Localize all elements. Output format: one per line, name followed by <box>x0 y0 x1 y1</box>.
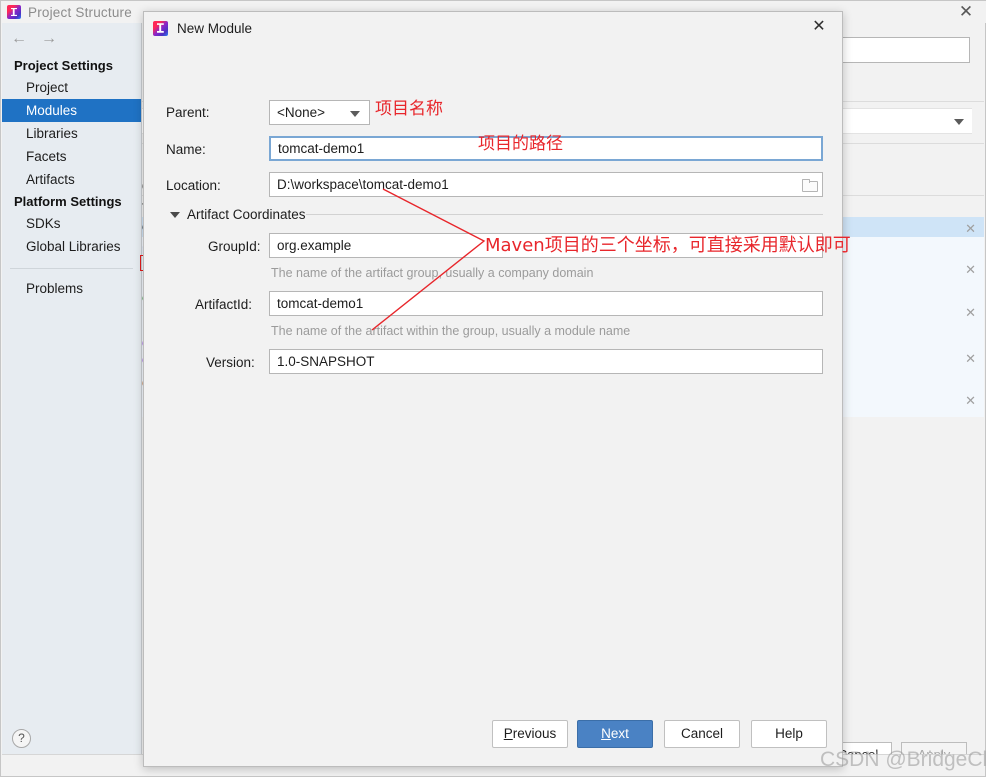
forward-arrow-icon[interactable]: → <box>41 31 57 47</box>
cancel-button[interactable]: Cancel <box>664 720 740 748</box>
project-structure-title: Project Structure <box>28 4 132 20</box>
project-structure-sidebar: ← → Project Settings Project Modules Lib… <box>2 23 142 756</box>
sidebar-item-artifacts[interactable]: Artifacts <box>2 168 141 191</box>
version-input-value: 1.0-SNAPSHOT <box>277 354 375 369</box>
sidebar-item-modules[interactable]: Modules <box>2 99 141 122</box>
dialog-title: New Module <box>177 20 253 36</box>
groupid-label: GroupId: <box>208 239 261 254</box>
section-divider <box>306 214 823 215</box>
next-button-label: ext <box>610 726 629 741</box>
remove-test-source-folder-icon[interactable]: ✕ <box>965 306 976 319</box>
groupid-hint: The name of the artifact group, usually … <box>271 266 594 280</box>
help-button[interactable]: ? <box>12 729 31 748</box>
sidebar-item-project[interactable]: Project <box>2 76 141 99</box>
next-button[interactable]: Next <box>577 720 653 748</box>
previous-button-mnemonic: P <box>503 726 513 741</box>
remove-resource-folder-icon[interactable]: ✕ <box>965 352 976 365</box>
sidebar-divider <box>10 268 133 269</box>
watermark-text: CSDN @BridgeCloud <box>820 748 986 771</box>
sidebar-item-problems[interactable]: Problems <box>2 277 141 300</box>
artifactid-input-value: tomcat-demo1 <box>277 296 364 311</box>
artifactid-label: ArtifactId: <box>195 297 253 312</box>
remove-test-resource-folder-icon[interactable]: ✕ <box>965 394 976 407</box>
intellij-idea-logo-icon-dialog <box>153 20 168 36</box>
location-input-value: D:\workspace\tomcat-demo1 <box>277 177 449 192</box>
location-label: Location: <box>166 178 221 193</box>
annotation-name-note: 项目名称 <box>375 99 443 119</box>
screenshot-root: Project Structure ✕ ← → Project Settings… <box>0 0 986 777</box>
dialog-footer: Previous Next Cancel Help <box>144 702 842 768</box>
help-button-dialog[interactable]: Help <box>751 720 827 748</box>
previous-button[interactable]: Previous <box>492 720 568 748</box>
remove-source-folder-icon[interactable]: ✕ <box>965 263 976 276</box>
previous-button-label: revious <box>512 726 557 741</box>
parent-select[interactable]: <None> <box>269 100 370 125</box>
sidebar-group-project-settings: Project Settings <box>14 58 113 73</box>
chevron-down-icon <box>954 119 964 125</box>
sidebar-group-platform-settings: Platform Settings <box>14 194 122 209</box>
intellij-idea-logo-icon <box>7 5 21 19</box>
dialog-close-icon[interactable]: ✕ <box>808 16 830 38</box>
location-input[interactable]: D:\workspace\tomcat-demo1 <box>269 172 823 197</box>
folder-icon <box>801 178 818 192</box>
sidebar-item-libraries[interactable]: Libraries <box>2 122 141 145</box>
annotation-location-note: 项目的路径 <box>478 134 563 154</box>
artifactid-input[interactable]: tomcat-demo1 <box>269 291 823 316</box>
sidebar-item-global-libraries[interactable]: Global Libraries <box>2 235 141 258</box>
name-input-value: tomcat-demo1 <box>278 141 365 156</box>
remove-content-root-icon[interactable]: ✕ <box>965 222 976 235</box>
annotation-coordinates-note: Maven项目的三个坐标，可直接采用默认即可 <box>485 235 851 256</box>
close-icon[interactable]: ✕ <box>955 2 977 22</box>
browse-location-button[interactable] <box>796 173 822 196</box>
sidebar-item-sdks[interactable]: SDKs <box>2 212 141 235</box>
parent-label: Parent: <box>166 105 210 120</box>
version-label: Version: <box>206 355 255 370</box>
artifact-coordinates-section-toggle[interactable]: Artifact Coordinates <box>170 207 306 222</box>
new-module-dialog: New Module ✕ Parent: <None> Name: tomcat… <box>143 11 843 767</box>
chevron-down-icon <box>350 111 360 117</box>
artifactid-hint: The name of the artifact within the grou… <box>271 324 631 338</box>
new-module-titlebar: New Module ✕ <box>144 12 842 44</box>
next-button-mnemonic: N <box>601 726 611 741</box>
chevron-down-icon <box>170 211 180 218</box>
version-input[interactable]: 1.0-SNAPSHOT <box>269 349 823 374</box>
artifact-coordinates-label: Artifact Coordinates <box>187 207 306 222</box>
parent-selected-value: <None> <box>277 105 326 120</box>
navigation-arrows: ← → <box>2 23 141 55</box>
sidebar-item-facets[interactable]: Facets <box>2 145 141 168</box>
groupid-input-value: org.example <box>277 238 352 253</box>
name-label: Name: <box>166 142 206 157</box>
back-arrow-icon[interactable]: ← <box>11 31 27 47</box>
